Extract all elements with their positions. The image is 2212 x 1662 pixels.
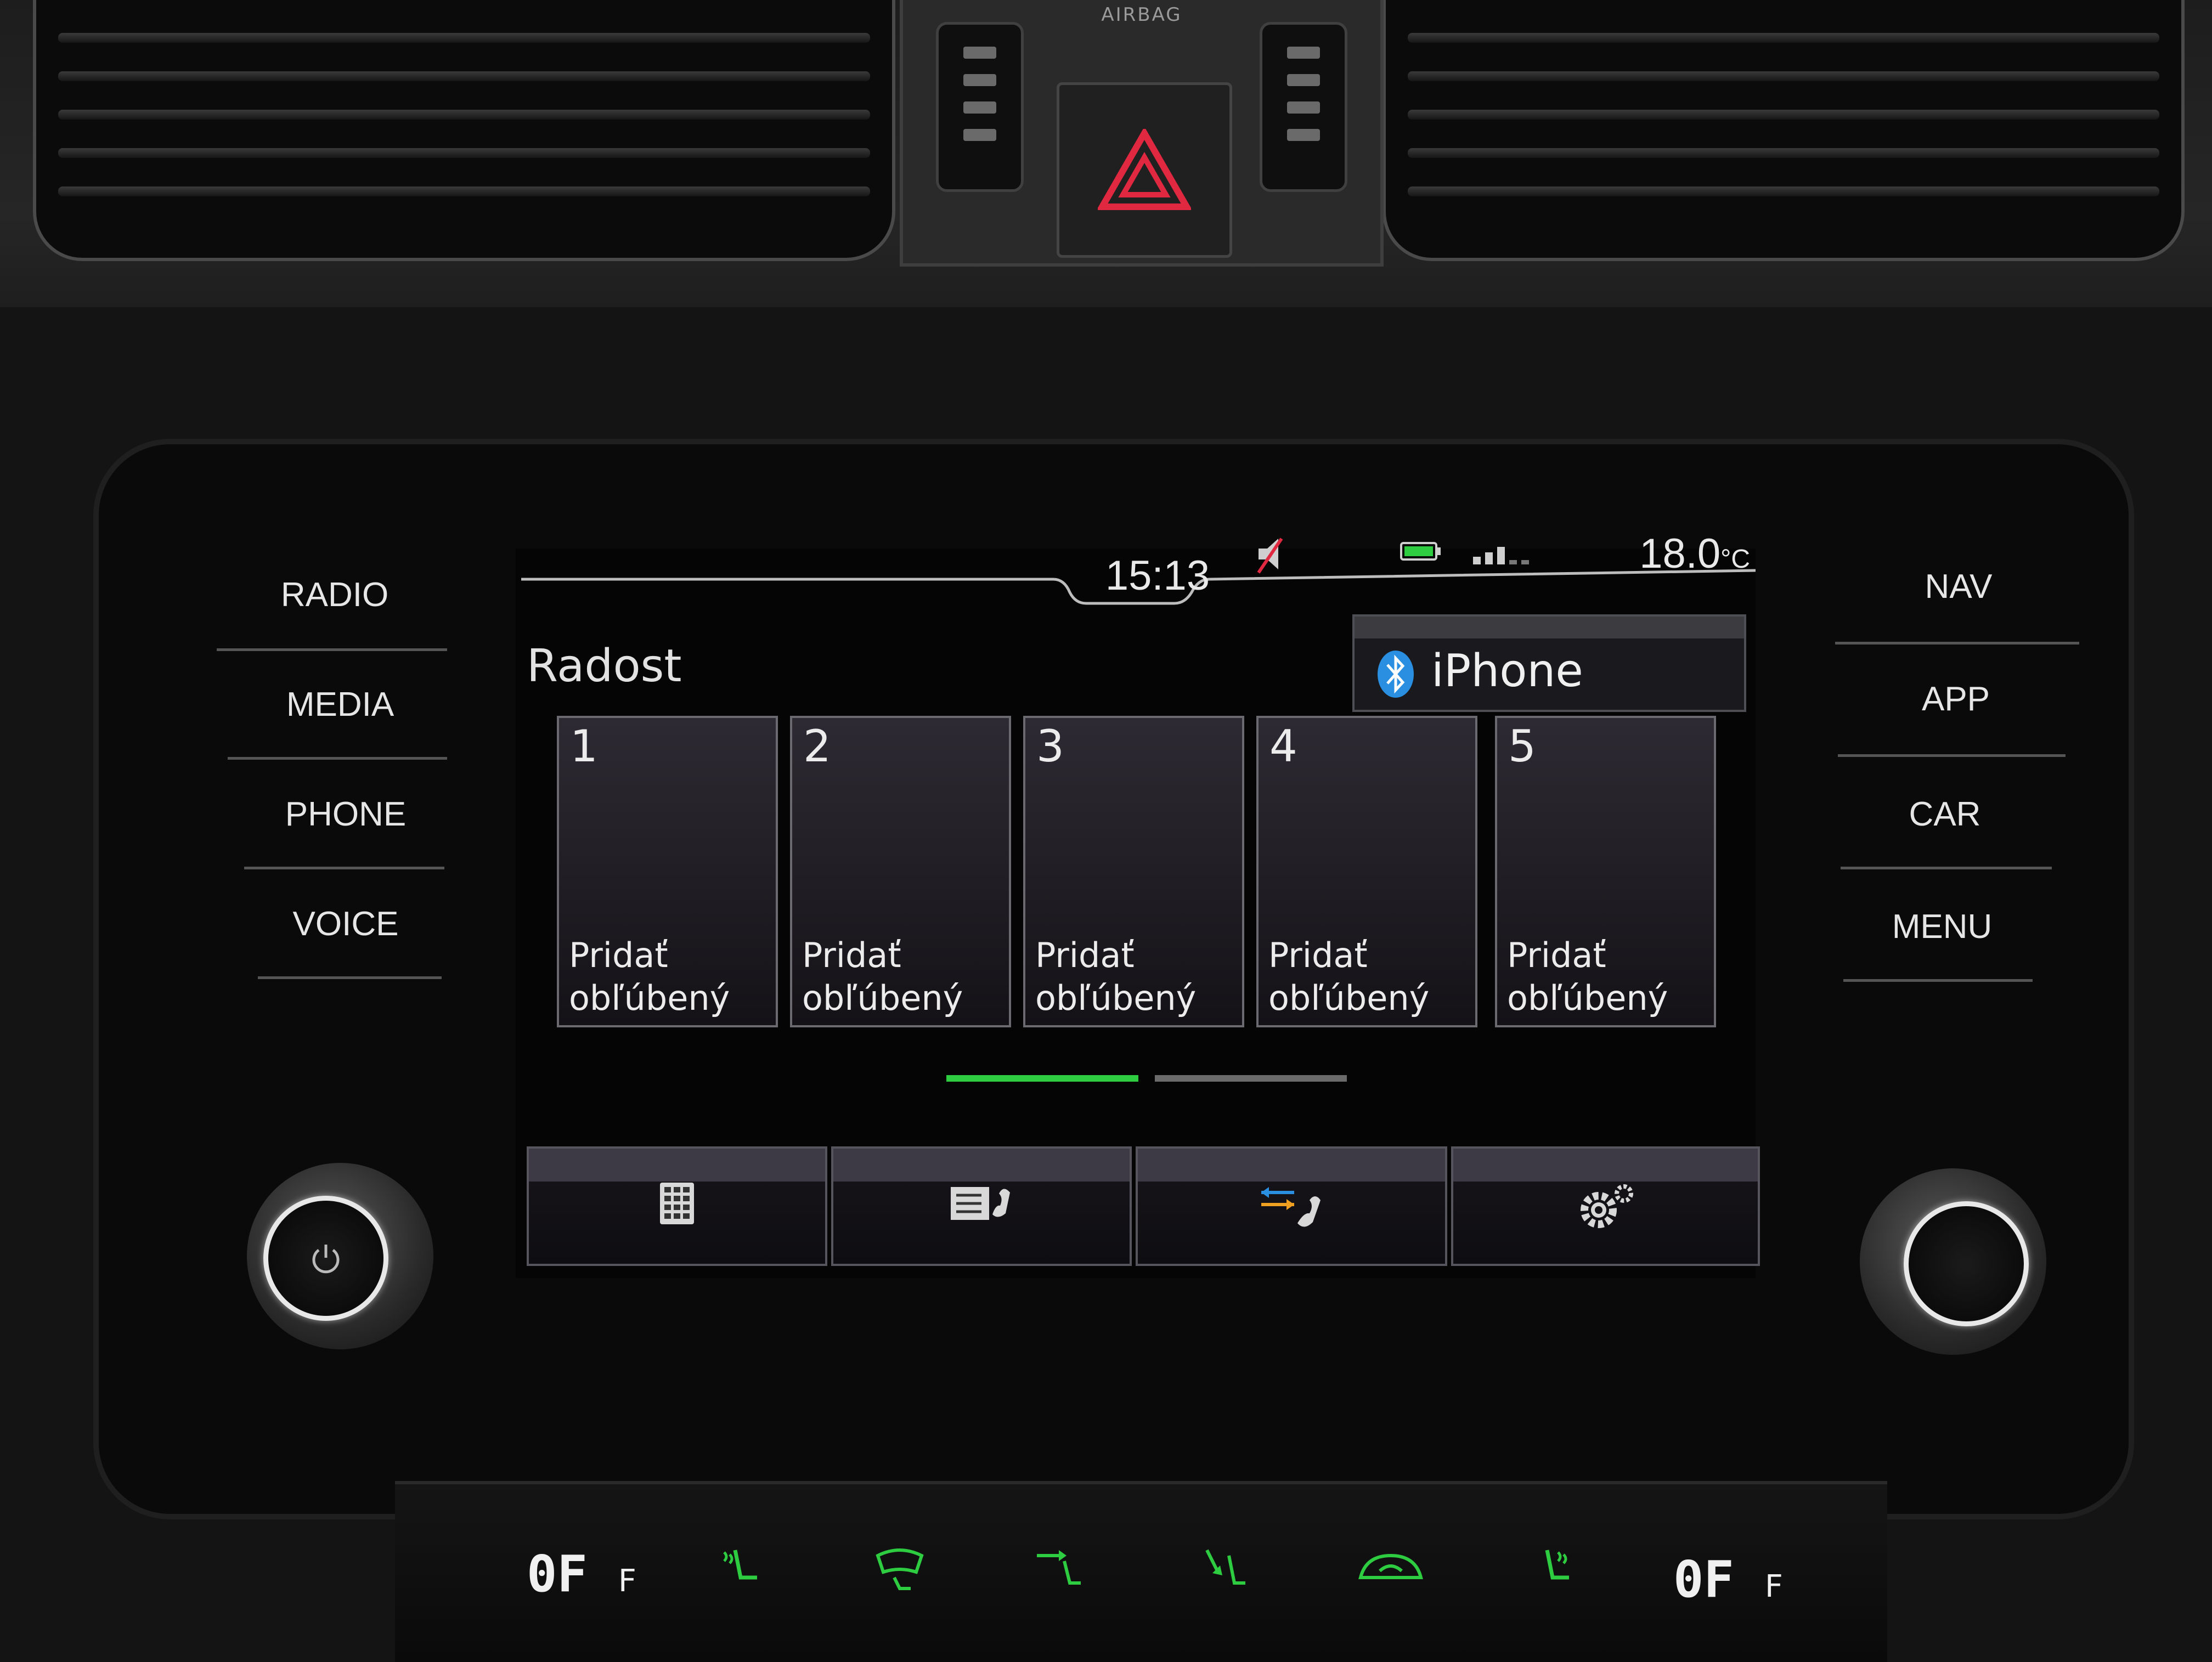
divider: [1835, 642, 2079, 645]
slot-number: 1: [570, 721, 598, 772]
contacts-icon: [951, 1187, 1010, 1220]
bluetooth-icon: [1378, 651, 1414, 698]
divider: [228, 757, 447, 760]
climate-control-panel: 0F F 0F F: [395, 1481, 1887, 1662]
signal-strength-icon: [1473, 547, 1529, 564]
slot-number: 4: [1269, 721, 1297, 772]
settings-icon: [1580, 1184, 1633, 1228]
connected-device-selector[interactable]: iPhone: [1352, 614, 1746, 712]
power-icon: [312, 1245, 340, 1274]
hazard-triangle-icon: [1098, 129, 1191, 210]
touchscreen: 15:13 18.0°C Radost iPhone 1 Pridať obľú…: [516, 530, 1760, 1278]
page-indicator-inactive[interactable]: [1155, 1075, 1347, 1082]
temperature-value: 18.0: [1639, 530, 1721, 577]
center-vent-right[interactable]: [1260, 22, 1347, 192]
favorite-slot-5[interactable]: 5 Pridať obľúbený: [1495, 716, 1716, 1027]
slot-number: 5: [1508, 721, 1536, 772]
knob-ring: [263, 1196, 388, 1321]
recirculation-icon[interactable]: [1355, 1539, 1426, 1594]
divider: [258, 976, 442, 979]
app-button[interactable]: APP: [1841, 650, 2071, 749]
favorite-slot-3[interactable]: 3 Pridať obľúbený: [1023, 716, 1244, 1027]
divider: [1838, 754, 2066, 757]
phone-settings-button[interactable]: [1451, 1146, 1760, 1266]
menu-control-knob[interactable]: [1860, 1168, 2046, 1355]
right-temperature-display[interactable]: 0F F: [1673, 1550, 1783, 1609]
keypad-button[interactable]: [527, 1146, 827, 1266]
air-to-feet-icon[interactable]: [1196, 1539, 1251, 1594]
radio-button[interactable]: RADIO: [219, 546, 450, 645]
menu-button[interactable]: MENU: [1827, 878, 2057, 976]
media-button[interactable]: MEDIA: [225, 655, 455, 754]
center-vent-left[interactable]: [936, 22, 1024, 192]
slot-label: Pridať obľúbený: [802, 935, 963, 1018]
outside-temperature: 18.0°C: [1607, 527, 1750, 581]
left-air-vent: [33, 0, 895, 261]
seat-heat-right-icon[interactable]: [1525, 1539, 1580, 1594]
device-name: iPhone: [1431, 645, 1583, 697]
left-temperature-unit: F: [618, 1563, 636, 1599]
phone-button[interactable]: PHONE: [230, 765, 461, 864]
slot-label: Pridať obľúbený: [1035, 935, 1197, 1018]
center-control-cluster: AIRBAG: [900, 0, 1384, 267]
left-temperature-value: 0F: [527, 1545, 588, 1603]
keypad-icon: [660, 1183, 694, 1224]
airbag-label: AIRBAG: [1101, 4, 1182, 26]
seat-heat-icon[interactable]: [713, 1539, 768, 1594]
clock: 15:13: [1105, 552, 1210, 599]
speaker-muted-icon: [1257, 538, 1283, 574]
favorite-slot-1[interactable]: 1 Pridať obľúbený: [557, 716, 778, 1027]
slot-label: Pridať obľúbený: [1268, 935, 1430, 1018]
slot-number: 2: [803, 721, 831, 772]
voice-button[interactable]: VOICE: [230, 875, 461, 974]
slot-number: 3: [1036, 721, 1064, 772]
right-temperature-unit: F: [1764, 1569, 1783, 1604]
favorite-slot-4[interactable]: 4 Pridať obľúbený: [1256, 716, 1477, 1027]
divider: [217, 648, 447, 651]
right-temperature-value: 0F: [1673, 1550, 1734, 1609]
nav-button[interactable]: NAV: [1843, 538, 2074, 636]
knob-ring: [1904, 1201, 2029, 1326]
call-list-button[interactable]: [1136, 1146, 1447, 1266]
battery-icon: [1400, 542, 1441, 561]
contacts-button[interactable]: [831, 1146, 1132, 1266]
left-temperature-display[interactable]: 0F F: [527, 1545, 636, 1603]
phone-function-bar: [527, 1146, 1760, 1266]
page-title: Radost: [527, 640, 682, 692]
slot-label: Pridať obľúbený: [569, 935, 730, 1018]
divider: [1843, 979, 2033, 982]
right-air-vent: [1383, 0, 2185, 261]
divider: [1841, 867, 2052, 869]
volume-power-knob[interactable]: [247, 1163, 433, 1349]
temperature-unit: °C: [1720, 545, 1750, 574]
hazard-button[interactable]: [1057, 82, 1232, 258]
call-list-icon: [1261, 1187, 1321, 1227]
page-indicator-active[interactable]: [946, 1075, 1138, 1082]
slot-label: Pridať obľúbený: [1507, 935, 1668, 1018]
dashboard-top: AIRBAG: [0, 0, 2212, 307]
favorite-slot-2[interactable]: 2 Pridať obľúbený: [790, 716, 1011, 1027]
car-button[interactable]: CAR: [1830, 765, 2060, 864]
air-to-upper-icon[interactable]: [1031, 1539, 1086, 1594]
rear-window-defrost-icon[interactable]: [872, 1539, 927, 1594]
divider: [244, 867, 444, 869]
